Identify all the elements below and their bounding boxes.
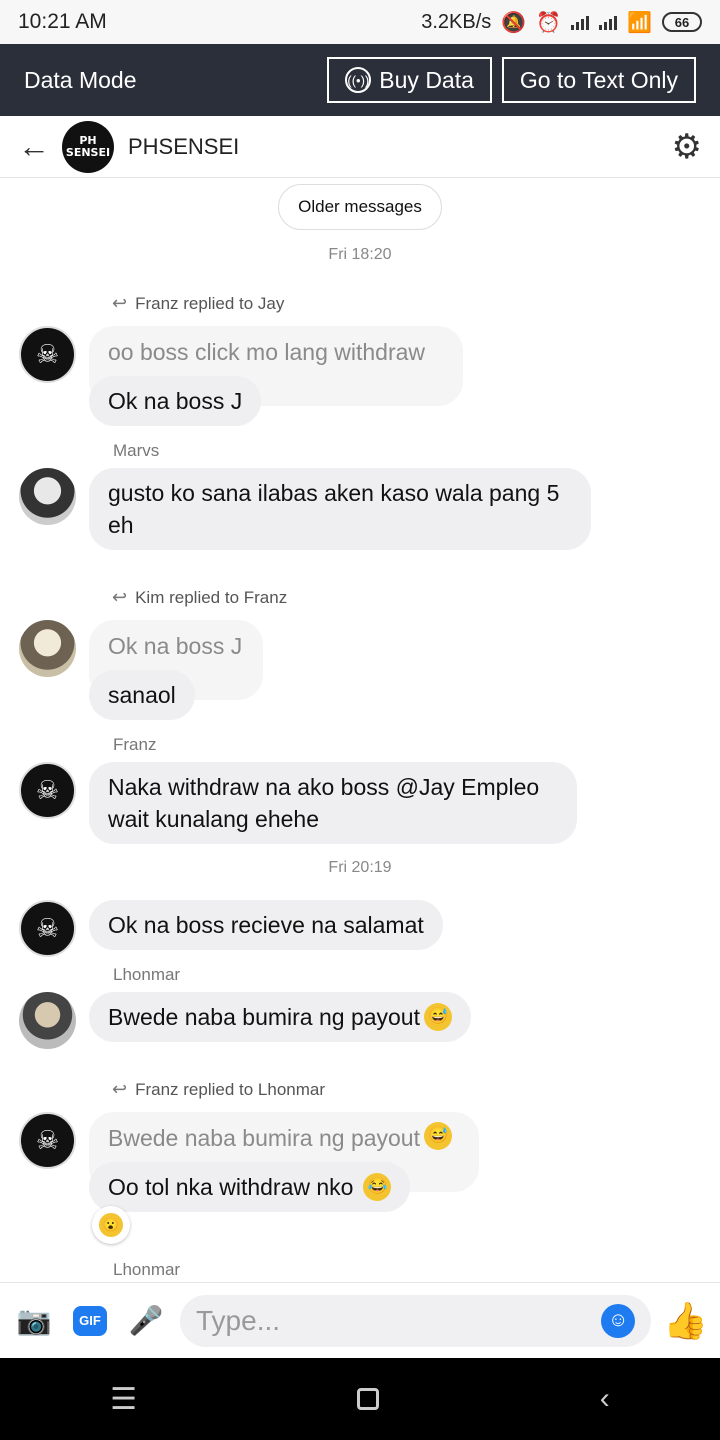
message-line: gusto ko sana ilabas aken kaso wala pang…: [108, 480, 560, 506]
broadcast-icon: ((•)): [345, 67, 372, 93]
group-avatar[interactable]: PH SENSEI: [62, 120, 114, 173]
status-icons: 3.2KB/s 🔕 ⏰ 📶 66: [421, 10, 702, 35]
gif-icon: GIF: [73, 1305, 107, 1336]
status-bar: 10:21 AM 3.2KB/s 🔕 ⏰ 📶 66: [0, 0, 720, 44]
mic-icon[interactable]: 🎤: [124, 1299, 168, 1343]
message-reaction[interactable]: 😮: [92, 1206, 130, 1244]
grin-sweat-emoji-icon: 😅: [424, 1003, 452, 1031]
gear-icon[interactable]: ⚙: [672, 127, 702, 167]
signal-icon-2: [599, 14, 618, 30]
network-speed: 3.2KB/s: [421, 10, 492, 33]
message-text: Oo tol nka withdraw nko: [108, 1174, 354, 1200]
avatar[interactable]: [19, 620, 76, 677]
system-nav-bar: ☰ ‹: [0, 1358, 720, 1440]
avatar[interactable]: ☠: [19, 1112, 76, 1169]
message-bubble[interactable]: Ok na boss J: [89, 376, 262, 426]
menu-icon[interactable]: ☰: [110, 1382, 137, 1417]
message-placeholder: Type...: [196, 1304, 281, 1336]
avatar[interactable]: [19, 468, 76, 525]
avatar[interactable]: [19, 992, 76, 1049]
data-mode-title: Data Mode: [24, 66, 137, 93]
message-text: Bwede naba bumira ng payout: [108, 1004, 420, 1030]
sender-name: Lhonmar: [113, 965, 181, 984]
sender-name: Franz: [113, 735, 157, 754]
back-icon[interactable]: ‹: [600, 1382, 610, 1416]
buy-data-button[interactable]: ((•)) Buy Data: [327, 57, 492, 103]
message-line: Naka withdraw na ako boss @Jay Empleo: [108, 774, 540, 800]
battery-icon: 66: [662, 12, 702, 32]
alarm-icon: ⏰: [536, 11, 562, 34]
reply-indicator-label: Franz replied to Jay: [135, 293, 285, 313]
reply-indicator: ↩ Kim replied to Franz: [112, 587, 287, 608]
quoted-text: Bwede naba bumira ng payout: [108, 1125, 420, 1151]
reply-indicator-label: Franz replied to Lhonmar: [135, 1079, 326, 1099]
data-mode-bar: Data Mode ((•)) Buy Data Go to Text Only: [0, 44, 720, 116]
reply-indicator: ↩ Franz replied to Lhonmar: [112, 1079, 325, 1100]
smile-icon[interactable]: ☺: [601, 1303, 636, 1338]
older-messages-button[interactable]: Older messages: [278, 184, 442, 230]
timestamp: Fri 20:19: [328, 859, 392, 876]
buy-data-label: Buy Data: [379, 66, 474, 93]
laugh-cry-emoji-icon: 😂: [363, 1173, 392, 1201]
reply-icon: ↩: [112, 293, 128, 313]
wifi-icon: 📶: [627, 11, 652, 34]
home-icon[interactable]: [357, 1388, 380, 1410]
message-composer: 📷 GIF 🎤 Type... ☺ 👍: [0, 1282, 720, 1358]
reply-icon: ↩: [112, 1079, 128, 1099]
sender-name: Marvs: [113, 441, 160, 460]
text-only-button[interactable]: Go to Text Only: [501, 57, 696, 103]
status-time: 10:21 AM: [18, 10, 107, 33]
gif-button[interactable]: GIF: [68, 1299, 112, 1343]
thumbs-up-icon[interactable]: 👍: [663, 1300, 708, 1342]
grin-sweat-emoji-icon: 😅: [424, 1122, 452, 1150]
message-bubble[interactable]: Ok na boss recieve na salamat: [89, 900, 443, 950]
message-input[interactable]: Type... ☺: [180, 1294, 652, 1347]
mute-icon: 🔕: [501, 11, 527, 34]
message-bubble[interactable]: gusto ko sana ilabas aken kaso wala pang…: [89, 468, 591, 550]
timestamp: Fri 18:20: [328, 246, 392, 263]
conversation-title[interactable]: PHSENSEI: [128, 134, 672, 160]
avatar[interactable]: ☠: [19, 762, 76, 819]
message-bubble[interactable]: sanaol: [89, 670, 195, 720]
message-line: eh: [108, 512, 134, 538]
reply-icon: ↩: [112, 587, 128, 607]
sender-name: Lhonmar: [113, 1260, 181, 1279]
back-arrow-icon[interactable]: ←: [18, 128, 58, 165]
reply-indicator: ↩ Franz replied to Jay: [112, 293, 284, 314]
signal-icon: [571, 14, 590, 30]
text-only-label: Go to Text Only: [519, 66, 678, 93]
message-line: wait kunalang ehehe: [108, 806, 319, 832]
reply-indicator-label: Kim replied to Franz: [135, 587, 288, 607]
message-bubble[interactable]: Naka withdraw na ako boss @Jay Empleo wa…: [89, 762, 577, 844]
message-bubble[interactable]: Oo tol nka withdraw nko 😂: [89, 1162, 411, 1212]
wow-emoji-icon: 😮: [99, 1213, 123, 1237]
avatar[interactable]: ☠: [19, 900, 76, 957]
chat-header: ← PH SENSEI PHSENSEI ⚙: [0, 116, 720, 178]
message-list[interactable]: Older messages Fri 18:20 ↩ Franz replied…: [0, 178, 720, 1282]
avatar[interactable]: ☠: [19, 326, 76, 383]
message-bubble[interactable]: Bwede naba bumira ng payout 😅: [89, 992, 471, 1042]
camera-icon[interactable]: 📷: [12, 1299, 56, 1343]
